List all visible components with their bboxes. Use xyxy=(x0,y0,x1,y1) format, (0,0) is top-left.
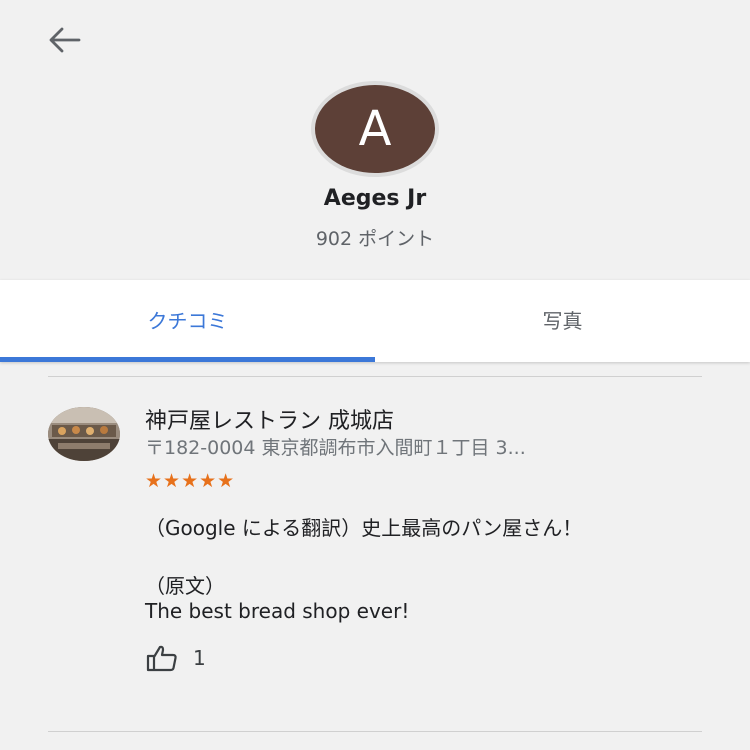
review-translated-text: （Google による翻訳）史上最高のパン屋さん！ xyxy=(145,516,583,540)
divider xyxy=(48,376,702,377)
place-name[interactable]: 神戸屋レストラン 成城店 xyxy=(145,403,394,435)
avatar: A xyxy=(315,85,435,173)
tab-photos-label: 写真 xyxy=(542,308,583,333)
star-rating: ★★★★★ xyxy=(145,470,236,492)
review-original-text: The best bread shop ever! xyxy=(145,599,410,623)
bakery-photo-icon xyxy=(48,407,120,461)
like-button[interactable]: 1 xyxy=(145,644,206,672)
tab-reviews[interactable]: クチコミ xyxy=(0,280,375,358)
profile-page: A Aeges Jr 902 ポイント クチコミ 写真 神戸屋レストラン 成城店… xyxy=(0,0,750,750)
tab-reviews-label: クチコミ xyxy=(147,308,228,333)
back-button[interactable] xyxy=(42,20,86,60)
review-original-label: （原文） xyxy=(145,574,225,598)
like-count: 1 xyxy=(193,646,206,670)
profile-points: 902 ポイント xyxy=(315,228,435,250)
profile-name: Aeges Jr xyxy=(323,186,427,211)
tab-photos[interactable]: 写真 xyxy=(375,280,750,358)
tab-bar: クチコミ 写真 xyxy=(0,280,750,362)
divider xyxy=(48,731,702,732)
arrow-left-icon xyxy=(49,27,81,53)
place-thumbnail[interactable] xyxy=(48,407,120,461)
active-tab-indicator xyxy=(0,357,375,362)
place-address: 〒182-0004 東京都調布市入間町１丁目 3... xyxy=(145,437,526,459)
thumbs-up-icon xyxy=(146,645,177,672)
avatar-letter: A xyxy=(358,101,392,157)
